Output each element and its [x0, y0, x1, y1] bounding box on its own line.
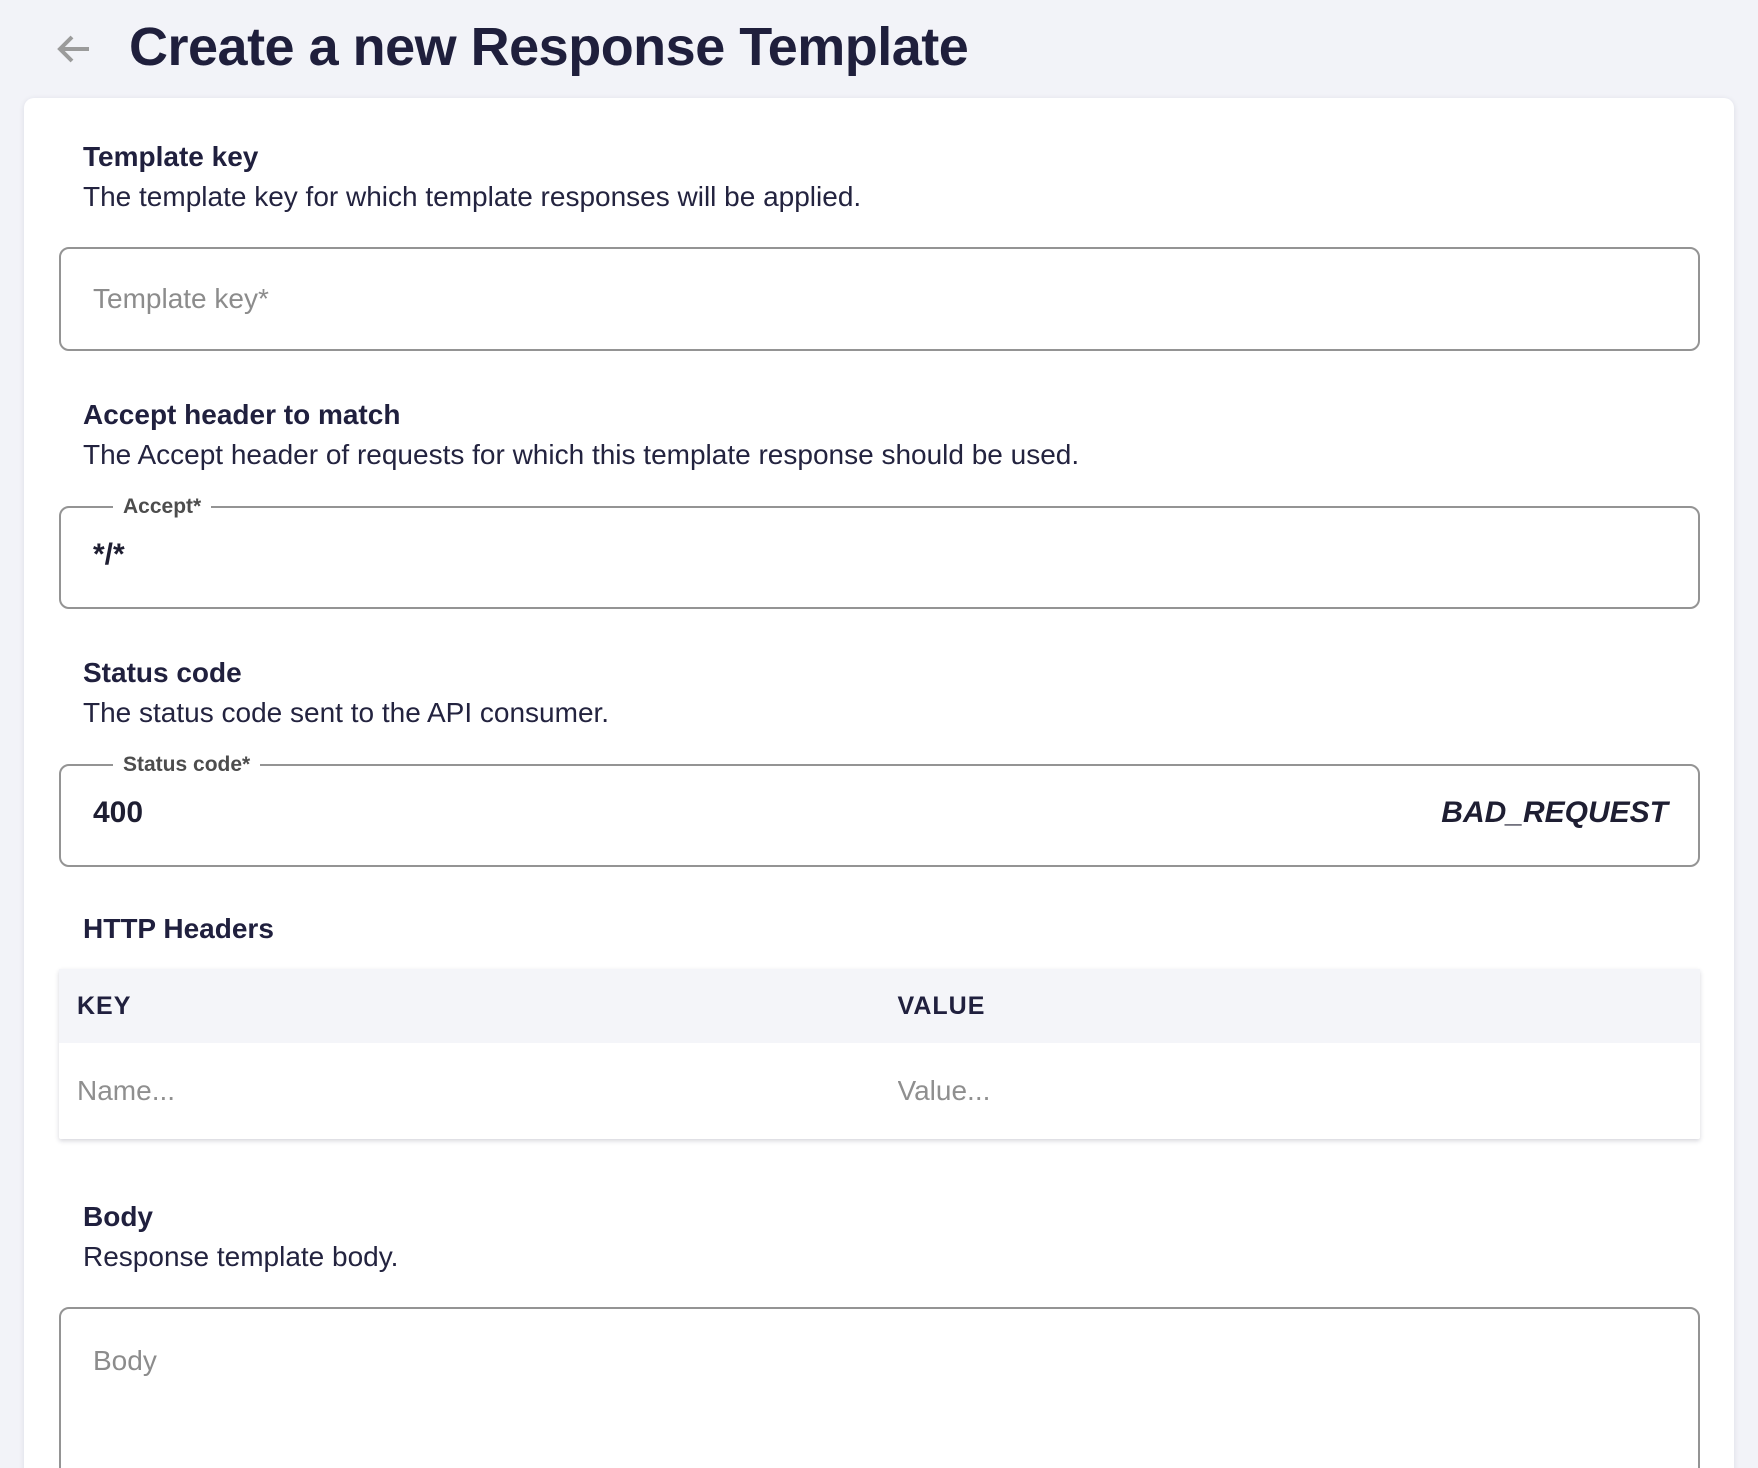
template-key-label: Template key — [83, 139, 1700, 175]
status-code-field-label: Status code* — [113, 751, 260, 779]
header-name-input[interactable] — [59, 1043, 880, 1139]
accept-header-description: The Accept header of requests for which … — [83, 437, 1700, 473]
status-code-description: The status code sent to the API consumer… — [83, 695, 1700, 731]
status-code-label: Status code — [83, 655, 1700, 691]
http-headers-table: KEY VALUE — [59, 969, 1700, 1139]
accept-header-label: Accept header to match — [83, 397, 1700, 433]
page-header: Create a new Response Template — [0, 0, 1758, 98]
accept-field: Accept* — [59, 493, 1700, 609]
body-label: Body — [83, 1199, 1700, 1235]
http-headers-table-head: KEY VALUE — [59, 969, 1700, 1043]
http-headers-label: HTTP Headers — [83, 911, 1700, 947]
column-header-key: KEY — [59, 992, 880, 1021]
column-header-value: VALUE — [880, 992, 1701, 1021]
header-value-input[interactable] — [880, 1043, 1701, 1139]
template-key-input[interactable] — [59, 247, 1700, 351]
arrow-left-icon — [57, 34, 91, 64]
accept-field-label: Accept* — [113, 493, 211, 521]
http-header-row — [59, 1043, 1700, 1139]
accept-input[interactable] — [93, 536, 1668, 574]
page-title: Create a new Response Template — [129, 20, 968, 78]
form-card: Template key The template key for which … — [24, 98, 1734, 1468]
back-button[interactable] — [57, 34, 91, 64]
body-description: Response template body. — [83, 1239, 1700, 1275]
template-key-description: The template key for which template resp… — [83, 179, 1700, 215]
status-code-input[interactable] — [93, 794, 1441, 832]
body-textarea[interactable] — [59, 1307, 1700, 1468]
status-name-hint: BAD_REQUEST — [1441, 794, 1668, 832]
status-code-field: Status code* BAD_REQUEST — [59, 751, 1700, 867]
